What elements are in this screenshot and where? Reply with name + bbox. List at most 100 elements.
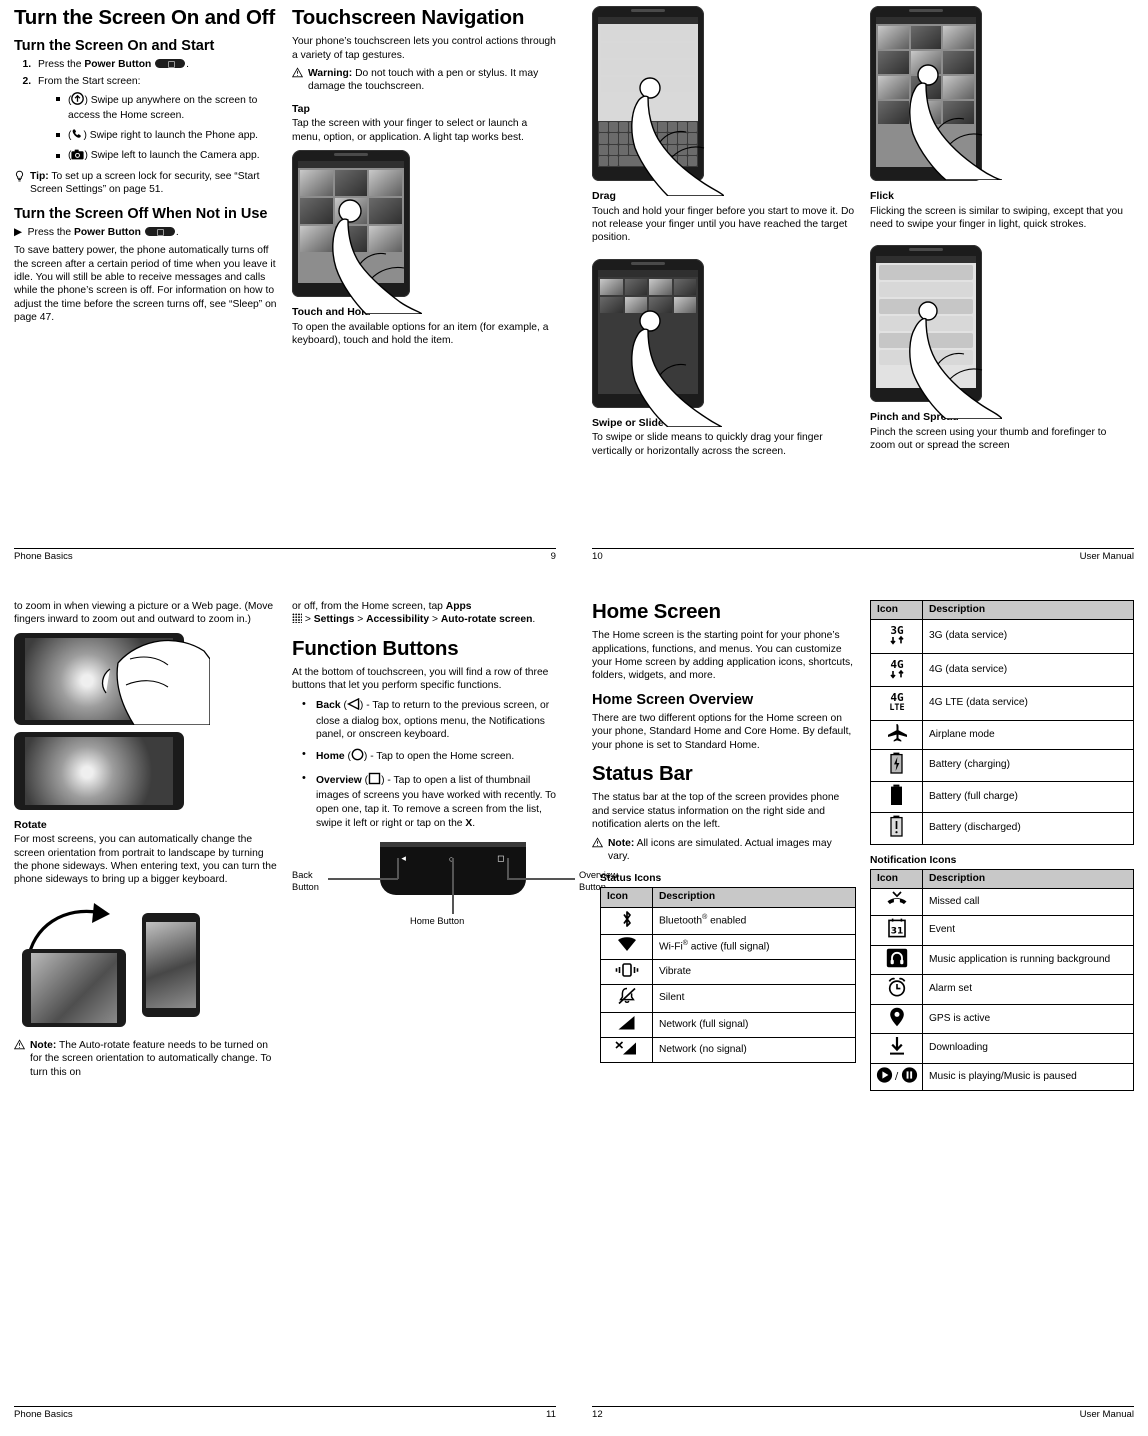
row-description: Missed call xyxy=(922,887,1134,917)
turn-off-step: ▶ Press the Power Button . xyxy=(14,226,179,238)
table-row: Battery (full charge) xyxy=(870,780,1134,814)
back-label: Back xyxy=(316,699,341,711)
leader-line-overview-v xyxy=(507,858,509,880)
table-row: GPS is active xyxy=(870,1003,1134,1035)
swipe-heading: Swipe or Slide xyxy=(592,416,664,429)
function-home: Home () - Tap to open the Home screen. xyxy=(302,747,556,766)
list-item xyxy=(879,316,973,332)
pinch-photo-top xyxy=(14,632,210,725)
home-screen-overview-paragraph: There are two different options for the … xyxy=(592,712,852,751)
gallery-tile xyxy=(334,226,368,253)
gallery-tile xyxy=(878,51,909,74)
row-description: Battery (discharged) xyxy=(922,812,1134,845)
tap-heading: Tap xyxy=(292,102,310,115)
list-item xyxy=(601,26,695,41)
rotate-figure xyxy=(14,895,278,1027)
key xyxy=(608,155,618,166)
download-icon xyxy=(870,1033,923,1064)
gallery-tile xyxy=(943,101,974,124)
tip-text: To set up a screen lock for security, se… xyxy=(30,170,260,196)
page-12: Home Screen The Home screen is the start… xyxy=(574,578,1148,1436)
phone-device-body xyxy=(870,6,982,181)
table-row: Alarm set xyxy=(870,974,1134,1005)
turn-off-step-pre: Press the xyxy=(27,226,74,238)
flick-heading: Flick xyxy=(870,190,894,202)
option-swipe-right: () Swipe right to launch the Phone app. xyxy=(56,128,278,145)
music-running-icon xyxy=(870,944,923,976)
table-row: Missed call xyxy=(870,887,1134,917)
phone-status-bar xyxy=(876,256,976,264)
function-back: Back () - Tap to return to the previous … xyxy=(302,697,556,742)
diagram-back-icon: ◂ xyxy=(401,853,406,864)
gallery-grid xyxy=(876,24,976,126)
status-bar-paragraph: The status bar at the top of the screen … xyxy=(592,792,840,831)
home-screen-paragraph: The Home screen is the starting point fo… xyxy=(592,630,853,682)
key xyxy=(668,144,678,155)
row-description: Downloading xyxy=(922,1033,1134,1064)
footer-page-number: 9 xyxy=(550,551,556,562)
row-description: Network (no signal) xyxy=(652,1036,856,1064)
list-item xyxy=(879,265,973,281)
app-icon xyxy=(624,296,647,313)
rotate-note-callout: Note: The Auto-rotate feature needs to b… xyxy=(13,1039,278,1079)
key xyxy=(628,144,638,155)
row-description: 4G (data service) xyxy=(922,652,1134,688)
swipe-illustration xyxy=(592,258,722,427)
airplane-icon xyxy=(870,719,923,751)
photo-content xyxy=(146,921,196,1008)
key xyxy=(628,122,638,133)
page-11-footer: Phone Basics 11 xyxy=(14,1406,556,1420)
touch-hold-heading: Touch and Hold xyxy=(292,306,371,319)
phone-status-bar xyxy=(598,17,698,24)
header-icon: Icon xyxy=(600,887,653,908)
photo-content xyxy=(25,736,173,805)
phone-speaker xyxy=(334,153,368,157)
page-10-column-1: Drag Touch and hold your finger before y… xyxy=(592,6,856,463)
autorotate-path-paragraph: or off, from the Home screen, tap Apps >… xyxy=(292,600,556,627)
battery-charging-icon xyxy=(870,749,923,782)
list-item xyxy=(879,333,973,349)
home-screen-overview-heading: Home Screen Overview xyxy=(592,691,754,708)
gallery-tile xyxy=(910,51,942,74)
app-icon xyxy=(649,278,672,295)
power-button-label: Power Button xyxy=(84,59,152,71)
music-play-pause-icon: / xyxy=(870,1062,923,1092)
table-header-row: Icon Description xyxy=(870,868,1134,889)
list-item xyxy=(879,282,973,298)
rotate-paragraph: For most screens, you can automatically … xyxy=(14,834,277,886)
svg-text:4G: 4G xyxy=(890,658,904,671)
sep-3: > xyxy=(429,614,441,626)
key xyxy=(678,155,688,166)
function-buttons-title: Function Buttons xyxy=(292,636,459,660)
key xyxy=(648,144,658,155)
table-header-row: Icon Description xyxy=(870,599,1134,621)
warning-triangle-icon xyxy=(291,67,308,94)
battery-discharged-icon xyxy=(870,812,923,845)
function-buttons-intro: At the bottom of touchscreen, you will f… xyxy=(292,667,549,692)
pinch-photo-bottom xyxy=(14,731,184,810)
row-description: Bluetooth® enabled xyxy=(652,906,856,936)
table-row: 4G 4G (data service) xyxy=(870,652,1134,688)
gallery-tile xyxy=(910,26,942,49)
step-2-text: From the Start screen: xyxy=(38,76,141,88)
status-note-callout: Note: All icons are simulated. Actual im… xyxy=(591,836,856,864)
4g-icon: 4G xyxy=(870,652,923,688)
home-screen-icons xyxy=(598,277,698,315)
table-row: / Music is playing/Music is paused xyxy=(870,1062,1134,1092)
drag-heading: Drag xyxy=(592,190,616,202)
note-text-wrap: Note: All icons are simulated. Actual im… xyxy=(608,837,856,864)
status-bar-title: Status Bar xyxy=(592,762,693,786)
tap-paragraph: Tap the screen with your finger to selec… xyxy=(292,118,528,143)
table-row: 31 Event xyxy=(870,915,1134,946)
gallery-tile xyxy=(878,76,909,99)
app-icon xyxy=(624,278,647,295)
page-9-column-2: Touchscreen Navigation Your phone’s touc… xyxy=(291,6,556,353)
key xyxy=(668,133,678,144)
keyboard-row xyxy=(599,155,697,166)
option-swipe-right-text: ) Swipe right to launch the Phone app. xyxy=(83,129,259,141)
key xyxy=(608,144,618,155)
app-icon xyxy=(649,296,672,313)
footer-right: User Manual xyxy=(1079,551,1134,562)
camera-icon xyxy=(71,149,85,165)
row-description: Event xyxy=(922,915,1134,946)
